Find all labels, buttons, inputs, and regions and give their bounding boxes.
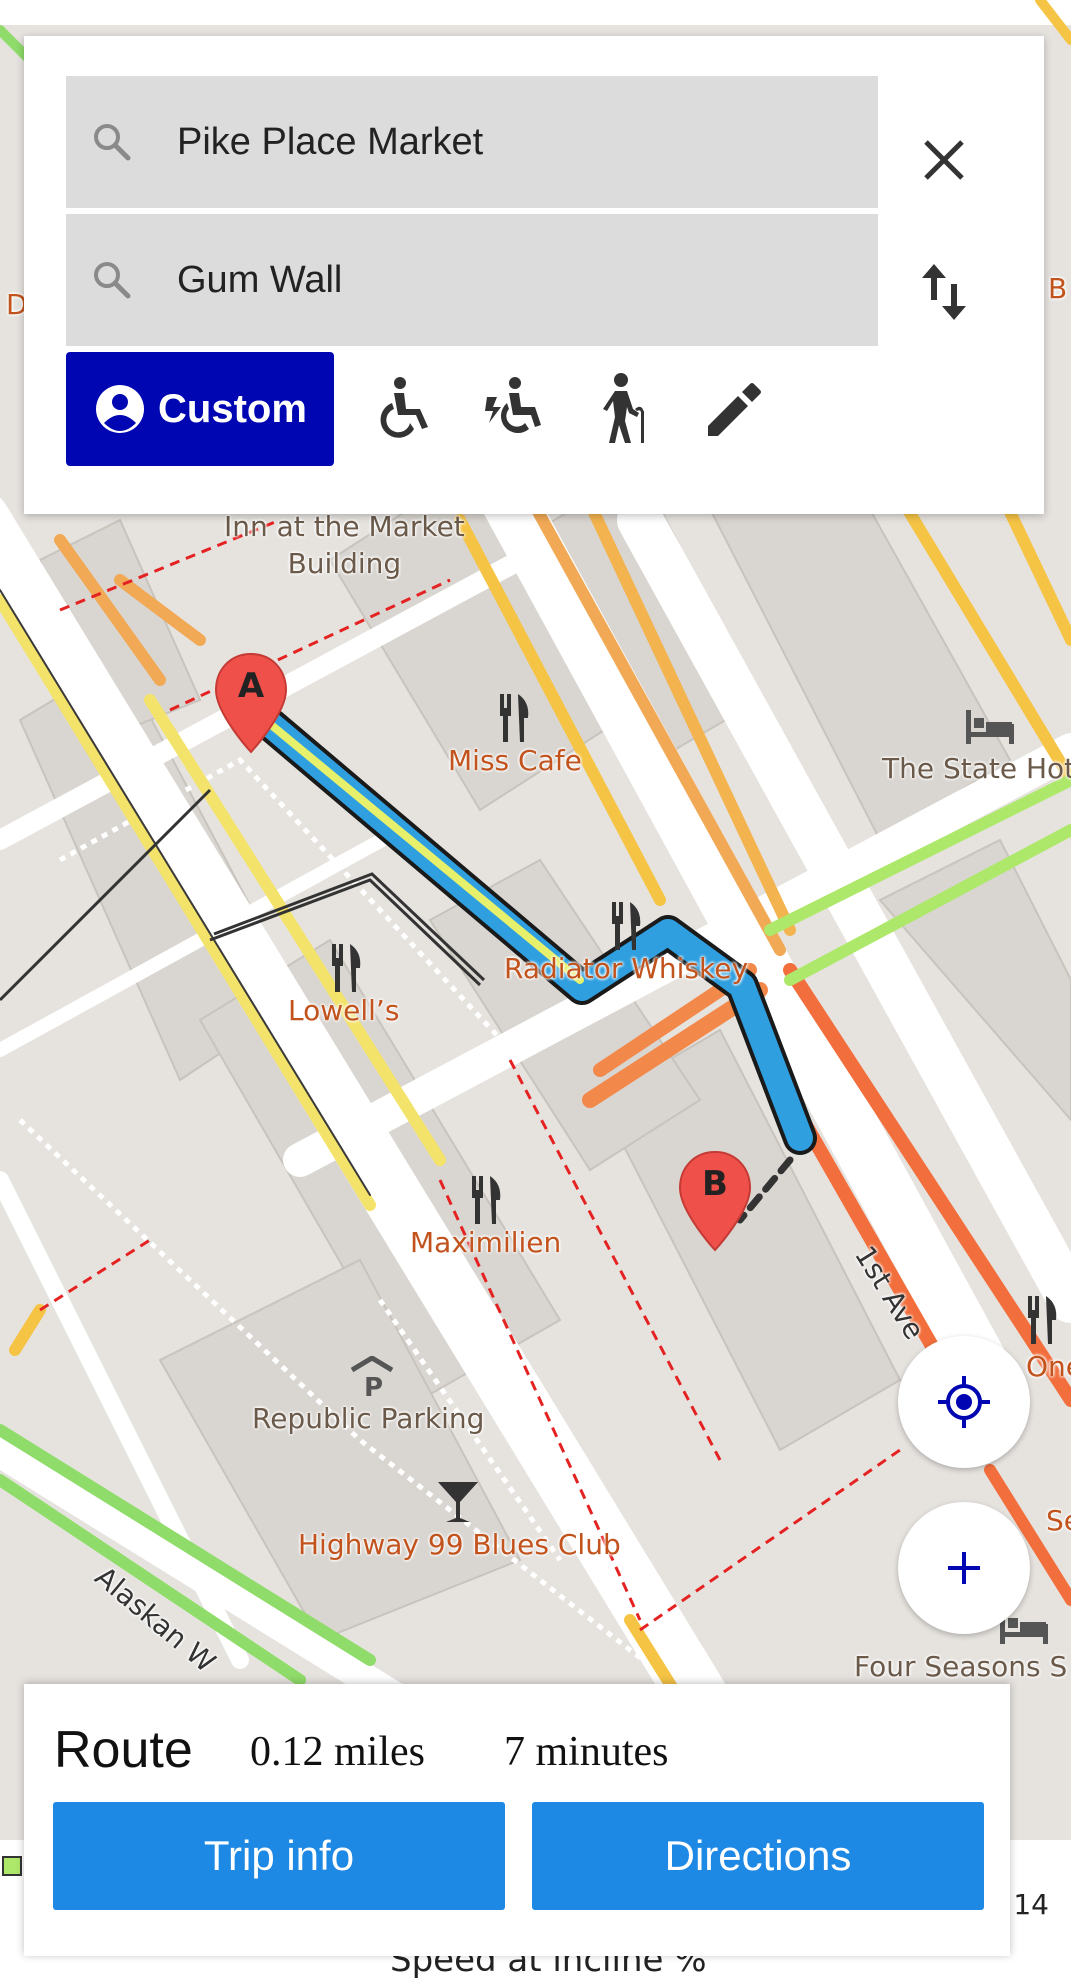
destination-field[interactable]: Gum Wall	[66, 214, 878, 346]
search-icon	[90, 120, 134, 169]
map-label-inn-line1: Inn at the Market	[224, 510, 465, 543]
custom-profile-label: Custom	[158, 386, 307, 431]
origin-input[interactable]: Pike Place Market	[177, 76, 483, 208]
legend-number: 14	[1013, 1888, 1049, 1921]
cane-walker-icon	[603, 373, 644, 443]
directions-button[interactable]: Directions	[532, 1802, 984, 1910]
custom-profile-button[interactable]: Custom	[66, 352, 334, 466]
hotel-icon	[966, 710, 1014, 749]
powered-wheelchair-icon	[485, 377, 541, 434]
account-circle-icon	[94, 383, 146, 435]
restaurant-icon	[610, 902, 644, 955]
zoom-in-button[interactable]	[898, 1502, 1030, 1634]
map-label-state-hotel: The State Hot	[882, 752, 1071, 785]
origin-field[interactable]: Pike Place Market	[66, 76, 878, 208]
trip-info-button[interactable]: Trip info	[53, 1802, 505, 1910]
map-label-republic-parking: Republic Parking	[252, 1402, 485, 1435]
route-summary-card: Route 0.12 miles 7 minutes Trip info Dir…	[24, 1684, 1010, 1956]
wheelchair-icon	[380, 377, 428, 438]
end-marker-letter: B	[702, 1164, 728, 1204]
swap-button[interactable]	[904, 252, 984, 332]
cane-walker-profile-button[interactable]	[586, 368, 666, 448]
profile-selector: Custom	[66, 352, 1006, 466]
route-time: 7 minutes	[504, 1729, 669, 1775]
map-label-partial-one: One	[1026, 1350, 1071, 1383]
plus-icon	[948, 1552, 980, 1584]
map-label-maximilien: Maximilien	[410, 1226, 562, 1259]
map-label-inn-line2: Building	[287, 547, 402, 580]
edit-profile-button[interactable]	[696, 368, 776, 448]
svg-text:P: P	[364, 1373, 383, 1400]
swap-vertical-icon	[922, 264, 966, 320]
destination-input[interactable]: Gum Wall	[177, 214, 342, 346]
map-label-lowells: Lowell’s	[288, 994, 400, 1027]
start-marker[interactable]: A	[212, 652, 290, 756]
map-label-partial-se: Se	[1046, 1504, 1071, 1537]
map-label-four-seasons: Four Seasons S	[854, 1650, 1068, 1683]
my-location-icon	[938, 1376, 990, 1428]
close-icon	[924, 140, 964, 180]
wheelchair-profile-button[interactable]	[366, 368, 446, 448]
map-label-highway-99: Highway 99 Blues Club	[298, 1528, 621, 1561]
route-distance: 0.12 miles	[250, 1729, 425, 1775]
map-label-partial-b: B	[1048, 272, 1068, 305]
restaurant-icon	[498, 694, 532, 747]
my-location-button[interactable]	[898, 1336, 1030, 1468]
powered-wheelchair-profile-button[interactable]	[476, 368, 556, 448]
restaurant-icon	[330, 944, 364, 997]
bar-icon	[436, 1480, 480, 1529]
legend-swatch-icon	[2, 1856, 22, 1876]
map-label-radiator-whiskey: Radiator Whiskey	[504, 952, 749, 985]
parking-icon: P	[348, 1355, 396, 1405]
restaurant-icon	[470, 1176, 504, 1229]
map-label-miss-cafe: Miss Cafe	[448, 744, 582, 777]
edit-pencil-icon	[708, 383, 761, 436]
end-marker[interactable]: B	[676, 1150, 754, 1254]
clear-button[interactable]	[904, 120, 984, 200]
map-label-inn: Inn at the Market Building	[224, 510, 465, 580]
search-icon	[90, 258, 134, 307]
restaurant-icon	[1026, 1296, 1060, 1349]
search-panel: Pike Place Market Gum Wall Custom	[24, 36, 1044, 514]
route-title: Route	[54, 1721, 193, 1779]
start-marker-letter: A	[237, 666, 265, 706]
